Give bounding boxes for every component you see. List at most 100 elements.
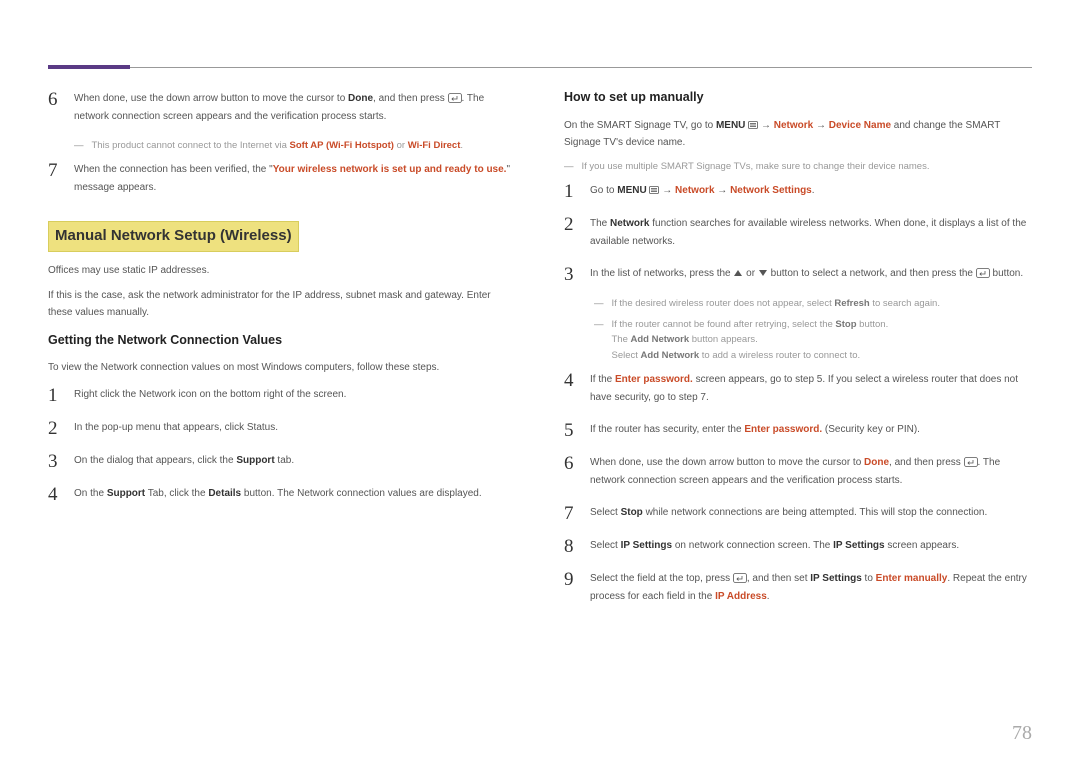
note: ― If you use multiple SMART Signage TVs,… [564, 159, 1032, 174]
text-highlight: IP Address [715, 591, 767, 602]
step-7: 7 Select Stop while network connections … [564, 502, 1032, 523]
paragraph: If this is the case, ask the network adm… [48, 287, 516, 321]
step-number: 4 [48, 483, 62, 504]
text-bold: Network [610, 218, 649, 229]
step-text: When done, use the down arrow button to … [590, 452, 1032, 490]
text-highlight: Network [774, 120, 813, 131]
text: , and then press [373, 93, 448, 104]
step-text: On the Support Tab, click the Details bu… [74, 483, 516, 503]
note-text: or [394, 140, 408, 151]
step-number: 4 [564, 369, 578, 390]
enter-icon [448, 93, 462, 103]
note-text: If the desired wireless router does not … [612, 298, 835, 309]
step-9: 9 Select the field at the top, press , a… [564, 568, 1032, 606]
text: The [590, 218, 610, 229]
text: When done, use the down arrow button to … [74, 93, 348, 104]
note-bold: Refresh [834, 298, 869, 309]
step-text: If the Enter password. screen appears, g… [590, 369, 1032, 407]
step-1: 1 Go to MENU → Network → Network Setting… [564, 180, 1032, 201]
step-4-g: 4 On the Support Tab, click the Details … [48, 483, 516, 504]
text: to [862, 573, 876, 584]
text-bold: IP Settings [621, 540, 673, 551]
step-3: 3 In the list of networks, press the or … [564, 263, 1032, 284]
step-4: 4 If the Enter password. screen appears,… [564, 369, 1032, 407]
text: (Security key or PIN). [822, 424, 920, 435]
text: → [715, 185, 731, 196]
step-number: 7 [564, 502, 578, 523]
text: On the [74, 488, 107, 499]
text: button. [990, 268, 1023, 279]
note-text: If you use multiple SMART Signage TVs, m… [582, 159, 930, 174]
text: button to select a network, and then pre… [768, 268, 976, 279]
text: , and then press [889, 457, 964, 468]
text: network connection screen appears and th… [74, 108, 516, 126]
step-number: 6 [564, 452, 578, 473]
enter-icon [976, 268, 990, 278]
paragraph: Offices may use static IP addresses. [48, 262, 516, 279]
down-triangle-icon [758, 269, 768, 277]
step-text: Select the field at the top, press , and… [590, 568, 1032, 606]
note-dash: ― [74, 138, 84, 153]
text-bold: Stop [621, 507, 643, 518]
subheading: How to set up manually [564, 88, 1032, 107]
note-dash: ― [594, 296, 604, 311]
text-highlight: Enter password. [744, 424, 822, 435]
menu-icon [649, 186, 659, 194]
note-text: Select [612, 350, 641, 361]
step-text: In the list of networks, press the or bu… [590, 263, 1032, 283]
text: Select [590, 507, 621, 518]
note-text: button. [857, 319, 889, 330]
paragraph: On the SMART Signage TV, go to MENU → Ne… [564, 117, 1032, 151]
text-bold: Support [107, 488, 145, 499]
step-text: When the connection has been verified, t… [74, 159, 516, 197]
note-highlight: Soft AP (Wi-Fi Hotspot) [290, 140, 394, 151]
enter-icon [733, 573, 747, 583]
note-text: . [460, 140, 463, 151]
text: while network connections are being atte… [643, 507, 987, 518]
step-6-left: 6 When done, use the down arrow button t… [48, 88, 516, 126]
step-text: Select IP Settings on network connection… [590, 535, 1032, 555]
text: If the [590, 374, 615, 385]
step-2: 2 The Network function searches for avai… [564, 213, 1032, 251]
text-highlight: Done [864, 457, 889, 468]
step-8: 8 Select IP Settings on network connecti… [564, 535, 1032, 556]
note-text: to search again. [870, 298, 940, 309]
text: → [813, 120, 829, 131]
text: In the list of networks, press the [590, 268, 733, 279]
note-dash: ― [594, 317, 604, 363]
text-bold: Done [348, 93, 373, 104]
step-7-left: 7 When the connection has been verified,… [48, 159, 516, 197]
step-text: Select Stop while network connections ar… [590, 502, 1032, 522]
text: , and then set [747, 573, 810, 584]
text-bold: Support [236, 455, 274, 466]
text: On the dialog that appears, click the [74, 455, 236, 466]
step-1-g: 1 Right click the Network icon on the bo… [48, 384, 516, 405]
header-bar [48, 0, 1032, 68]
page-number: 78 [1012, 722, 1032, 745]
note-dash: ― [564, 159, 574, 174]
text: Tab, click the [145, 488, 208, 499]
text: function searches for available wireless… [590, 218, 1026, 247]
note: ― This product cannot connect to the Int… [74, 138, 516, 153]
step-number: 1 [48, 384, 62, 405]
note-text: This product cannot connect to the Inter… [92, 140, 290, 151]
text-highlight: Network Settings [730, 185, 812, 196]
note-text: If the router cannot be found after retr… [612, 319, 836, 330]
text-bold: MENU [716, 120, 745, 131]
right-column: How to set up manually On the SMART Sign… [564, 88, 1032, 618]
step-text: When done, use the down arrow button to … [74, 88, 516, 126]
step-number: 5 [564, 419, 578, 440]
step-2-g: 2 In the pop-up menu that appears, click… [48, 417, 516, 438]
text-highlight: Your wireless network is set up and read… [273, 164, 507, 175]
step-text: In the pop-up menu that appears, click S… [74, 417, 516, 437]
step-number: 1 [564, 180, 578, 201]
step-3-g: 3 On the dialog that appears, click the … [48, 450, 516, 471]
text: → [761, 120, 774, 131]
text-highlight: Enter password. [615, 374, 693, 385]
note-text: The [612, 334, 631, 345]
step-number: 2 [48, 417, 62, 438]
text: screen appears. [885, 540, 960, 551]
text: on network connection screen. The [672, 540, 833, 551]
step-number: 3 [48, 450, 62, 471]
step-text: If the router has security, enter the En… [590, 419, 1032, 439]
